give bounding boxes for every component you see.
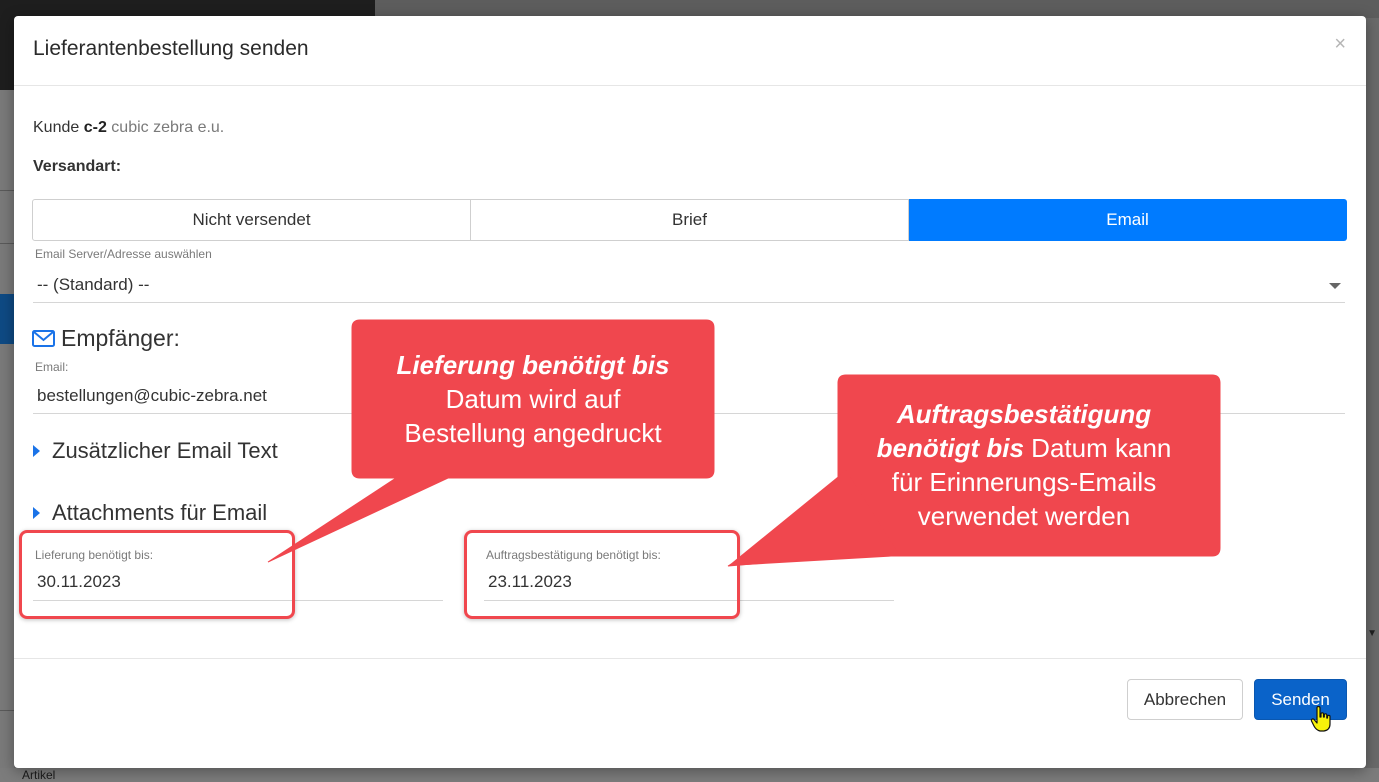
caret-right-icon <box>33 445 40 457</box>
customer-id: c-2 <box>83 119 107 136</box>
right-callout-line3: für Erinnerungs-Emails <box>891 467 1157 497</box>
right-callout-bold2: benötigt bis <box>876 433 1024 463</box>
delivery-date-highlight <box>19 530 295 619</box>
hand-cursor-icon <box>1310 706 1331 732</box>
attachments-toggle[interactable]: Attachments für Email <box>33 500 267 526</box>
extra-email-text-label: Zusätzlicher Email Text <box>52 438 278 463</box>
envelope-icon <box>32 330 55 347</box>
background-bottom-text: Artikel <box>22 768 56 782</box>
dialog-header: Lieferantenbestellung senden × <box>14 16 1366 86</box>
shipping-method-label: Versandart: <box>33 158 122 175</box>
left-callout-line3: Bestellung angedruckt <box>404 418 662 448</box>
left-callout-bold: Lieferung benötigt bis <box>396 350 670 380</box>
attachments-label: Attachments für Email <box>52 500 268 525</box>
shipping-option-not-sent[interactable]: Nicht versendet <box>32 199 471 241</box>
background-divider <box>0 710 14 711</box>
right-callout-bold1: Auftragsbestätigung <box>896 399 1152 429</box>
close-icon[interactable]: × <box>1334 34 1346 54</box>
email-server-value: -- (Standard) -- <box>37 275 150 294</box>
email-server-label: Email Server/Adresse auswählen <box>35 247 212 261</box>
chevron-down-icon <box>1329 283 1341 289</box>
background-active-item <box>0 294 14 344</box>
background-divider <box>0 190 14 191</box>
caret-right-icon <box>33 507 40 519</box>
shipping-option-letter[interactable]: Brief <box>471 199 909 241</box>
background-divider <box>0 243 14 244</box>
left-callout-line2: Datum wird auf <box>445 384 621 414</box>
background-scrollbar <box>1366 18 1379 782</box>
background-bottom-bar <box>0 768 1379 782</box>
dialog-footer-divider <box>14 658 1366 659</box>
cancel-button[interactable]: Abbrechen <box>1127 679 1243 720</box>
right-callout-line4: verwendet werden <box>917 501 1131 531</box>
customer-prefix: Kunde <box>33 119 80 136</box>
email-value: bestellungen@cubic-zebra.net <box>37 386 267 405</box>
email-server-select[interactable]: -- (Standard) -- <box>33 269 1345 303</box>
send-button[interactable]: Senden <box>1254 679 1347 720</box>
extra-email-text-toggle[interactable]: Zusätzlicher Email Text <box>33 438 278 464</box>
customer-info: Kunde c-2 cubic zebra e.u. <box>33 119 224 137</box>
dialog-title: Lieferantenbestellung senden <box>33 37 309 60</box>
scroll-down-icon: ▼ <box>1367 628 1377 639</box>
recipient-heading-text: Empfänger: <box>61 325 180 351</box>
shipping-option-email[interactable]: Email <box>909 199 1347 241</box>
customer-name: cubic zebra e.u. <box>111 119 225 136</box>
confirmation-date-highlight <box>464 530 740 619</box>
right-callout-rest2: Datum kann <box>1023 433 1172 463</box>
recipient-heading: Empfänger: <box>32 325 180 352</box>
email-label: Email: <box>35 360 69 374</box>
right-callout-text: Auftragsbestätigung benötigt bis Datum k… <box>838 397 1210 533</box>
left-callout-text: Lieferung benötigt bis Datum wird auf Be… <box>352 348 714 450</box>
background-sidebar <box>0 90 14 782</box>
shipping-method-selector: Nicht versendet Brief Email <box>32 199 1347 241</box>
